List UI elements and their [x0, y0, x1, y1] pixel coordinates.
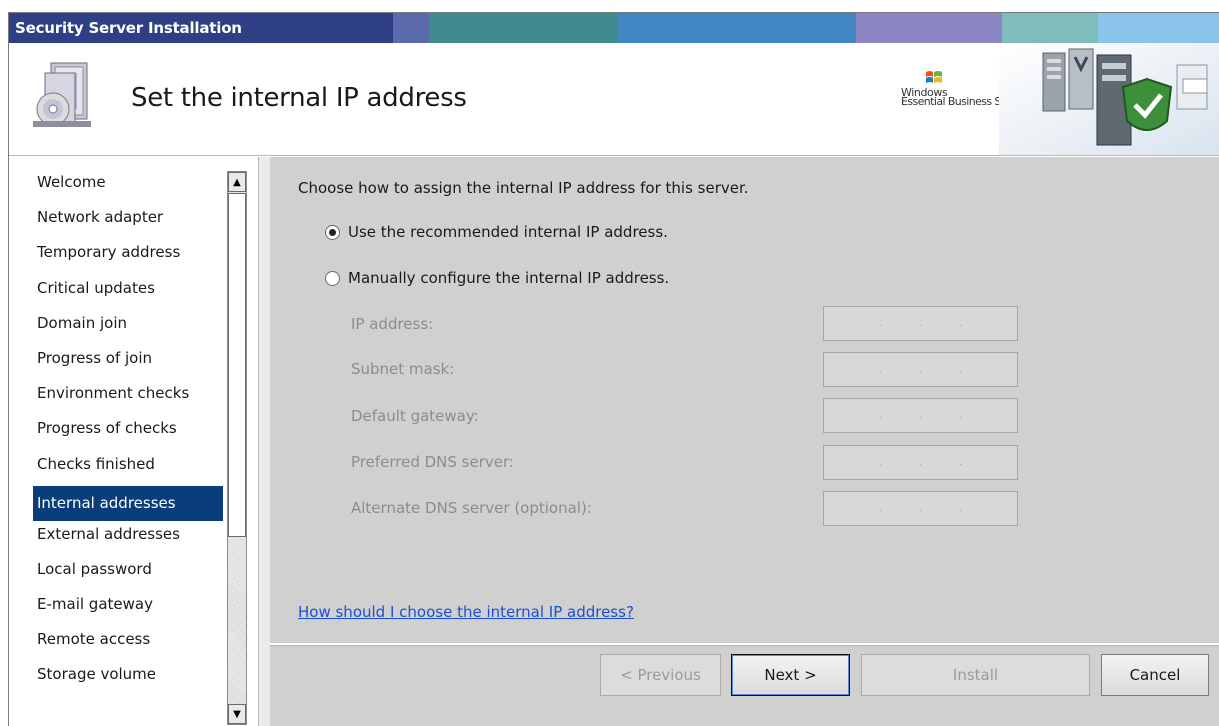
radio-manual-label: Manually configure the internal IP addre…	[348, 269, 670, 287]
sidebar-item-storage-volume[interactable]: Storage volume	[33, 661, 223, 696]
sidebar-item-domain-join[interactable]: Domain join	[33, 310, 223, 345]
installer-package-icon	[33, 62, 91, 127]
installation-window: Security Server Installation Set the int…	[8, 12, 1219, 726]
sidebar-item-environment-checks[interactable]: Environment checks	[33, 380, 223, 415]
sidebar-item-internal-addresses[interactable]: Internal addresses	[33, 485, 223, 521]
octet-dot: .	[959, 457, 963, 468]
preferred-dns-label: Preferred DNS server:	[351, 453, 514, 471]
sidebar-item-external-addresses[interactable]: External addresses	[33, 521, 223, 556]
octet-dot: .	[878, 364, 882, 375]
sidebar-item-network-adapter[interactable]: Network adapter	[33, 204, 223, 239]
ip-address-field[interactable]: ...	[823, 306, 1018, 341]
subnet-mask-field[interactable]: ...	[823, 352, 1018, 387]
octet-dot: .	[918, 364, 923, 375]
sidebar-item-critical-updates[interactable]: Critical updates	[33, 275, 223, 310]
octet-dot: .	[959, 410, 963, 421]
scroll-thumb[interactable]	[228, 193, 246, 537]
scroll-down-button[interactable]: ▼	[228, 704, 246, 724]
octet-dot: .	[959, 318, 963, 329]
octet-dot: .	[918, 410, 923, 421]
title-bar: Security Server Installation	[9, 13, 1219, 43]
radio-manual-ip[interactable]: Manually configure the internal IP addre…	[325, 269, 669, 287]
octet-dot: .	[959, 503, 963, 514]
preferred-dns-field[interactable]: ...	[823, 445, 1018, 480]
sidebar-item-temporary-address[interactable]: Temporary address	[33, 239, 223, 274]
octet-dot: .	[959, 364, 963, 375]
page-title: Set the internal IP address	[131, 83, 467, 113]
octet-dot: .	[918, 318, 923, 329]
radio-button-unchecked[interactable]	[325, 270, 340, 286]
server-security-graphic	[999, 43, 1219, 155]
subnet-mask-label: Subnet mask:	[351, 360, 455, 378]
octet-dot: .	[918, 457, 923, 468]
header-banner: Set the internal IP address Windows Esse…	[9, 43, 1219, 156]
alternate-dns-field[interactable]: ...	[823, 491, 1018, 526]
titlebar-band	[392, 13, 429, 43]
radio-recommended-label: Use the recommended internal IP address.	[348, 223, 668, 241]
sidebar-item-e-mail-gateway[interactable]: E-mail gateway	[33, 591, 223, 626]
next-button[interactable]: Next >	[731, 654, 850, 696]
octet-dot: .	[878, 457, 882, 468]
octet-dot: .	[878, 318, 882, 329]
octet-dot: .	[878, 503, 882, 514]
window-title: Security Server Installation	[15, 19, 242, 37]
octet-dot: .	[878, 410, 882, 421]
install-button[interactable]: Install	[861, 654, 1090, 696]
windows-flag-icon	[926, 71, 942, 83]
sidebar-item-progress-of-checks[interactable]: Progress of checks	[33, 415, 223, 450]
sidebar-item-local-password[interactable]: Local password	[33, 556, 223, 591]
titlebar-band	[1098, 13, 1219, 43]
cancel-button[interactable]: Cancel	[1101, 654, 1209, 696]
ip-address-label: IP address:	[351, 315, 434, 333]
titlebar-band	[856, 13, 1003, 43]
main-content: Choose how to assign the internal IP add…	[270, 157, 1219, 643]
radio-recommended-ip[interactable]: Use the recommended internal IP address.	[325, 223, 668, 241]
previous-button[interactable]: < Previous	[600, 654, 721, 696]
default-gateway-field[interactable]: ...	[823, 398, 1018, 433]
titlebar-band	[428, 13, 617, 43]
default-gateway-label: Default gateway:	[351, 407, 479, 425]
sidebar-scrollbar[interactable]: ▲ ▼	[227, 171, 247, 725]
divider	[259, 157, 270, 726]
octet-dot: .	[918, 503, 923, 514]
sidebar-item-welcome[interactable]: Welcome	[33, 169, 223, 204]
steps-list: Welcome Network adapter Temporary address C…	[33, 169, 223, 697]
sidebar-item-checks-finished[interactable]: Checks finished	[33, 451, 223, 486]
sidebar-item-progress-of-join[interactable]: Progress of join	[33, 345, 223, 380]
instruction-text: Choose how to assign the internal IP add…	[298, 179, 749, 197]
scroll-up-button[interactable]: ▲	[228, 172, 246, 192]
steps-sidebar: Welcome Network adapter Temporary address C…	[9, 157, 259, 726]
help-link-internal-ip[interactable]: How should I choose the internal IP addr…	[298, 603, 634, 621]
alternate-dns-label: Alternate DNS server (optional):	[351, 499, 592, 517]
wizard-footer: < Previous Next > Install Cancel	[270, 645, 1219, 726]
sidebar-item-remote-access[interactable]: Remote access	[33, 626, 223, 661]
radio-button-checked[interactable]	[325, 224, 340, 240]
titlebar-band	[616, 13, 857, 43]
titlebar-band	[1002, 13, 1099, 43]
